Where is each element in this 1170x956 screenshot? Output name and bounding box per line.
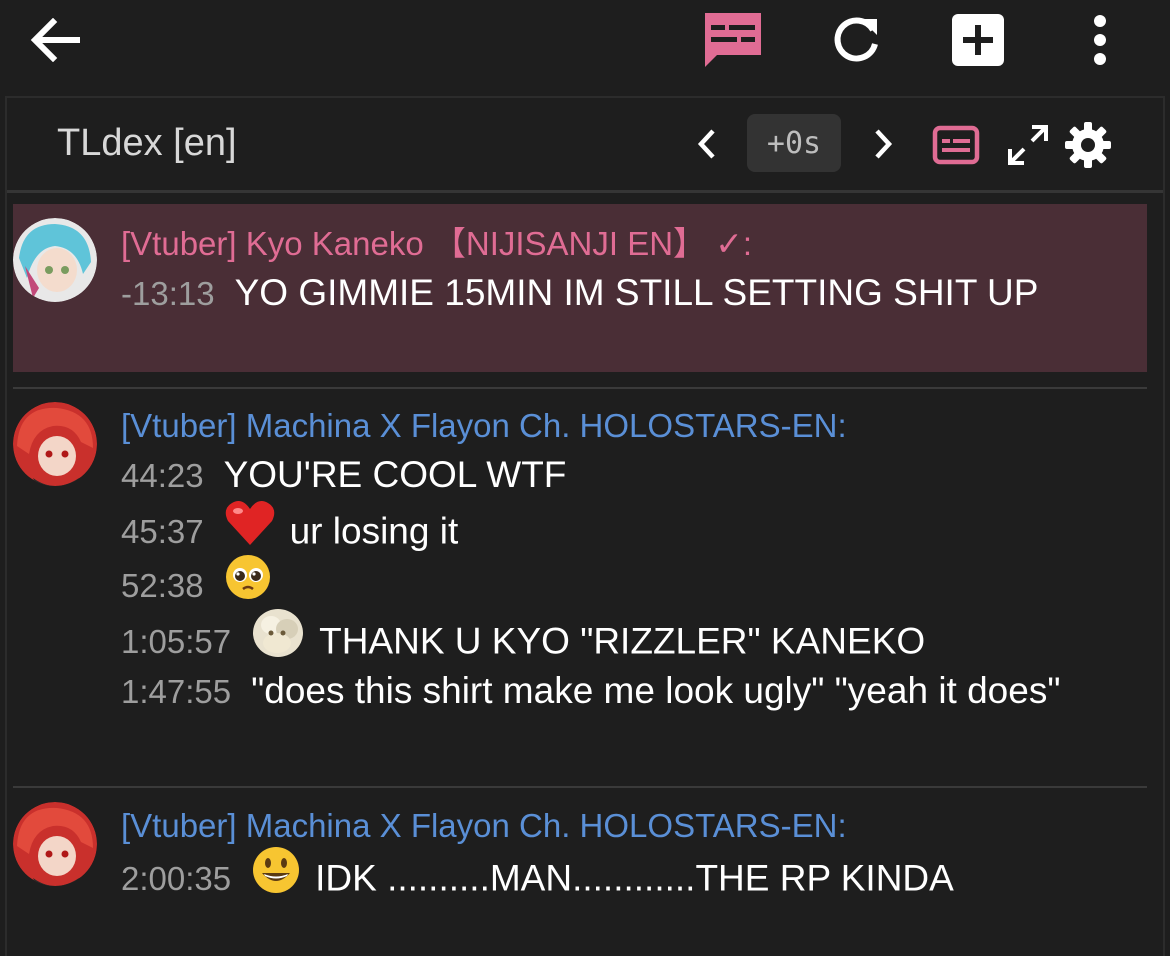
message-text: ur losing it [289, 510, 459, 552]
divider [13, 387, 1147, 389]
grinning-face-icon [251, 845, 301, 910]
more-vertical-icon [1094, 15, 1106, 65]
chevron-right-icon [875, 129, 893, 159]
chat-line: 44:23 YOU'RE COOL WTF [121, 448, 1111, 503]
message-text: IDK ..........MAN............THE RP KIND… [315, 857, 954, 899]
subtitles-toggle-button[interactable] [700, 8, 766, 72]
timestamp[interactable]: 2:00:35 [121, 860, 231, 897]
expand-icon [1008, 125, 1048, 165]
panel-title: TLdex [en] [57, 122, 237, 164]
avatar [13, 402, 97, 486]
timestamp[interactable]: 45:37 [121, 513, 204, 550]
refresh-icon [834, 17, 878, 62]
add-button[interactable] [948, 10, 1008, 70]
closed-caption-icon [932, 125, 980, 165]
panel-header: TLdex [en] +0s [7, 98, 1163, 193]
avatar [13, 218, 97, 302]
captions-button[interactable] [927, 120, 985, 170]
offset-display: +0s [747, 114, 841, 172]
back-button[interactable] [20, 12, 90, 68]
message-text: YOU'RE COOL WTF [223, 454, 567, 495]
gear-icon [1065, 122, 1111, 168]
message-text: THANK U KYO "RIZZLER" KANEKO [319, 620, 926, 662]
app-bar [0, 0, 1170, 96]
timestamp[interactable]: 1:47:55 [121, 673, 231, 710]
chat-line: 2:00:35 IDK ..........MAN............THE … [121, 845, 1111, 913]
more-options-button[interactable] [1080, 10, 1120, 70]
message-block: [Vtuber] Machina X Flayon Ch. HOLOSTARS-… [13, 790, 1147, 952]
chat-line: 1:47:55 "does this shirt make me look ugl… [121, 664, 1111, 719]
add-box-icon [952, 14, 1004, 66]
timestamp[interactable]: 44:23 [121, 457, 204, 494]
timestamp[interactable]: -13:13 [121, 275, 215, 312]
chevron-left-icon [697, 129, 715, 159]
offset-increase-button[interactable] [863, 122, 903, 166]
refresh-button[interactable] [826, 10, 886, 70]
timestamp[interactable]: 52:38 [121, 567, 204, 604]
timestamp[interactable]: 1:05:57 [121, 623, 231, 660]
message-block: [Vtuber] Kyo Kaneko 【NIJISANJI EN】 ✓: -1… [13, 204, 1147, 372]
message-block: [Vtuber] Machina X Flayon Ch. HOLOSTARS-… [13, 390, 1147, 782]
avatar [13, 802, 97, 886]
arrow-left-icon [30, 18, 80, 62]
message-text: "does this shirt make me look ugly" "yea… [251, 670, 1061, 711]
divider [13, 786, 1147, 788]
settings-button[interactable] [1061, 118, 1115, 172]
fullscreen-button[interactable] [1003, 120, 1053, 170]
subtitles-icon [705, 13, 761, 67]
author-name: [Vtuber] Kyo Kaneko 【NIJISANJI EN】 ✓: [121, 225, 753, 262]
message-text: YO GIMMIE 15MIN IM STILL SETTING SHIT UP [234, 272, 1039, 313]
chat-line: -13:13 YO GIMMIE 15MIN IM STILL SETTING S… [121, 266, 1111, 321]
author-name: [Vtuber] Machina X Flayon Ch. HOLOSTARS-… [121, 407, 847, 444]
author-name: [Vtuber] Machina X Flayon Ch. HOLOSTARS-… [121, 807, 847, 844]
offset-decrease-button[interactable] [687, 122, 727, 166]
